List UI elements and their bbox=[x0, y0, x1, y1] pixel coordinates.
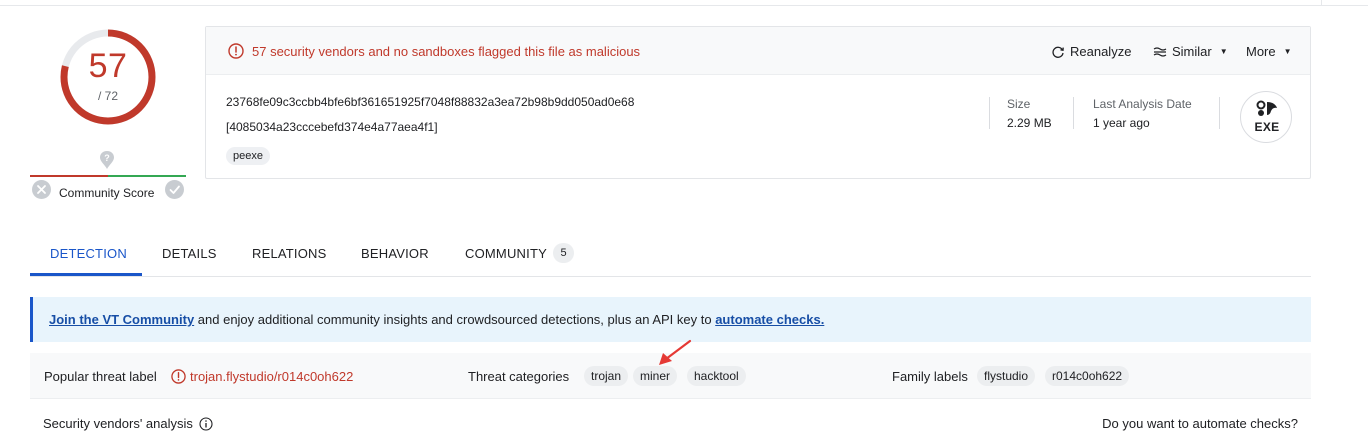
file-summary-card: 57 security vendors and no sandboxes fla… bbox=[205, 26, 1311, 179]
threat-categories-label: Threat categories bbox=[468, 369, 570, 384]
info-icon[interactable] bbox=[199, 416, 213, 431]
community-banner: Join the VT Community and enjoy addition… bbox=[30, 297, 1311, 342]
automate-checks-link[interactable]: automate checks. bbox=[715, 312, 824, 327]
divider bbox=[989, 97, 990, 129]
file-sha256[interactable]: 23768fe09c3ccbb4bfe6bf361651925f7048f888… bbox=[226, 95, 634, 109]
alert-circle-icon bbox=[171, 369, 186, 384]
join-community-link[interactable]: Join the VT Community bbox=[49, 312, 194, 327]
community-score-bar-negative bbox=[30, 175, 108, 177]
reanalyze-label: Reanalyze bbox=[1070, 44, 1132, 59]
family-label-chip[interactable]: flystudio bbox=[977, 366, 1036, 386]
chevron-down-icon: ▼ bbox=[1283, 47, 1292, 56]
divider bbox=[1219, 97, 1220, 129]
detection-count: 57 bbox=[88, 47, 128, 85]
reanalyze-button[interactable]: Reanalyze bbox=[1051, 44, 1131, 59]
file-name: [4085034a23cccebefd374e4a77aea4f1] bbox=[226, 120, 438, 134]
vendors-analysis-heading: Security vendors' analysis bbox=[43, 416, 213, 431]
automate-checks-prompt[interactable]: Do you want to automate checks? bbox=[1102, 416, 1298, 431]
executable-file-icon bbox=[1256, 100, 1277, 116]
vote-harmful-button[interactable] bbox=[32, 180, 51, 199]
annotation-arrow-icon bbox=[659, 339, 692, 365]
alert-circle-icon bbox=[228, 43, 244, 59]
tab-details[interactable]: DETAILS bbox=[162, 246, 217, 261]
divider bbox=[1073, 97, 1074, 129]
toolbar-divider bbox=[1321, 0, 1322, 6]
similar-icon bbox=[1153, 46, 1167, 57]
threat-category-chip[interactable]: hacktool bbox=[687, 366, 746, 386]
banner-text: Join the VT Community and enjoy addition… bbox=[49, 312, 824, 327]
tab-detection[interactable]: DETECTION bbox=[50, 246, 127, 261]
similar-dropdown[interactable]: Similar ▼ bbox=[1153, 44, 1228, 59]
vote-harmless-button[interactable] bbox=[165, 180, 184, 199]
popular-threat-value[interactable]: trojan.flystudio/r014c0oh622 bbox=[190, 369, 353, 384]
file-tag[interactable]: peexe bbox=[226, 147, 270, 165]
detection-alert-header: 57 security vendors and no sandboxes fla… bbox=[206, 27, 1310, 75]
file-type-badge: EXE bbox=[1240, 91, 1292, 143]
close-icon bbox=[37, 185, 46, 194]
family-labels-label: Family labels bbox=[892, 369, 968, 384]
tab-community[interactable]: COMMUNITY bbox=[465, 246, 547, 261]
threat-category-chip[interactable]: trojan bbox=[584, 366, 629, 386]
top-toolbar-edge bbox=[0, 0, 1368, 6]
family-label-chip[interactable]: r014c0oh622 bbox=[1045, 366, 1130, 386]
community-count-badge: 5 bbox=[553, 243, 574, 263]
last-analysis-label: Last Analysis Date bbox=[1093, 97, 1192, 111]
detection-alert-text: 57 security vendors and no sandboxes fla… bbox=[252, 44, 641, 59]
community-marker-icon: ? bbox=[100, 151, 114, 169]
size-label: Size bbox=[1007, 97, 1031, 111]
community-score-bar-positive bbox=[108, 175, 186, 177]
size-value: 2.29 MB bbox=[1007, 116, 1052, 130]
vendors-analysis-title: Security vendors' analysis bbox=[43, 416, 193, 431]
last-analysis-value: 1 year ago bbox=[1093, 116, 1150, 130]
tabs-divider bbox=[30, 276, 1311, 277]
tab-relations[interactable]: RELATIONS bbox=[252, 246, 327, 261]
similar-label: Similar bbox=[1172, 44, 1212, 59]
more-label: More bbox=[1246, 44, 1276, 59]
chevron-down-icon: ▼ bbox=[1219, 47, 1228, 56]
engine-total: / 72 bbox=[97, 89, 118, 103]
svg-text:?: ? bbox=[104, 153, 110, 163]
community-score-label: Community Score bbox=[59, 186, 155, 200]
popular-threat-label: Popular threat label bbox=[44, 369, 157, 384]
more-dropdown[interactable]: More ▼ bbox=[1246, 44, 1292, 59]
check-icon bbox=[169, 185, 180, 194]
banner-message: and enjoy additional community insights … bbox=[194, 312, 716, 327]
file-type-label: EXE bbox=[1254, 120, 1280, 134]
refresh-icon bbox=[1052, 46, 1064, 58]
tab-behavior[interactable]: BEHAVIOR bbox=[361, 246, 429, 261]
